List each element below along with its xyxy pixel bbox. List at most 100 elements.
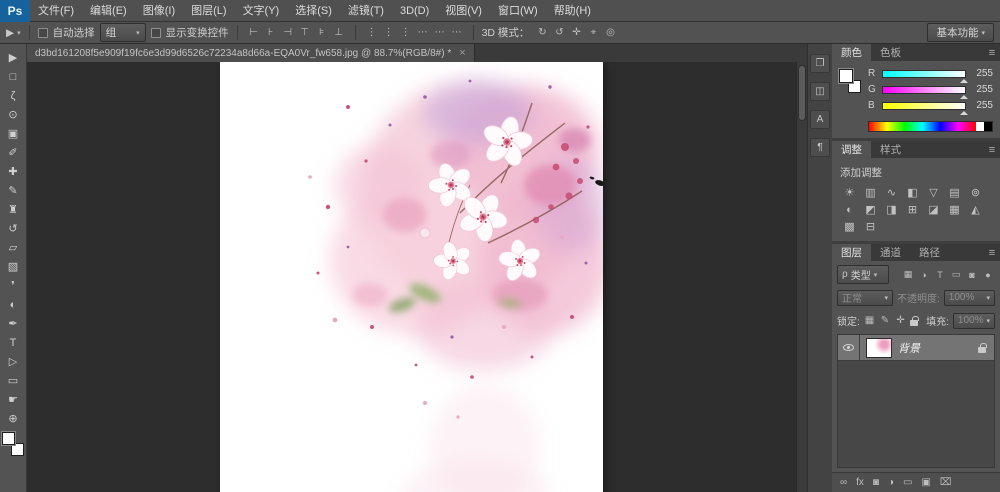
hue-saturation-icon[interactable]: ▤ (944, 184, 965, 201)
clone-stamp-tool[interactable]: ♜ (2, 200, 25, 219)
link-layers-icon[interactable]: ∞ (840, 477, 847, 488)
blue-slider[interactable] (882, 102, 966, 110)
delete-layer-icon[interactable]: ⌧ (940, 477, 952, 488)
foreground-color-swatch[interactable] (2, 432, 15, 445)
align-right-icon[interactable]: ⊣ (280, 25, 296, 41)
panel-menu-icon[interactable]: ≡ (984, 44, 1000, 61)
character-panel-icon[interactable]: A (810, 110, 830, 129)
show-transform-checkbox[interactable] (151, 28, 161, 38)
tab-adjustments[interactable]: 调整 (832, 141, 871, 158)
layer-name[interactable]: 背景 (898, 340, 978, 356)
fill-select[interactable]: 100% ▾ (953, 313, 995, 329)
channel-mixer-icon[interactable]: ◨ (881, 201, 902, 218)
zoom-tool[interactable]: ⊕ (2, 409, 25, 428)
tab-layers[interactable]: 图层 (832, 244, 871, 261)
black-white-ramp[interactable] (976, 122, 992, 131)
menu-file[interactable]: 文件(F) (30, 0, 82, 22)
quick-selection-tool[interactable]: ⊙ (2, 105, 25, 124)
layer-style-fx-icon[interactable]: fx (856, 477, 864, 488)
lock-pixels-icon[interactable]: ✎ (879, 313, 890, 329)
red-value[interactable]: 255 (971, 68, 993, 79)
add-mask-icon[interactable]: ◙ (873, 477, 879, 488)
distribute-right-icon[interactable]: ⋯ (449, 25, 465, 41)
color-lookup-icon[interactable]: ⊞ (902, 201, 923, 218)
green-slider[interactable] (882, 86, 966, 94)
menu-edit[interactable]: 编辑(E) (82, 0, 135, 22)
distribute-vcenter-icon[interactable]: ⋮ (381, 25, 397, 41)
eraser-tool[interactable]: ▱ (2, 238, 25, 257)
menu-filter[interactable]: 滤镜(T) (340, 0, 392, 22)
lock-position-icon[interactable]: ✛ (895, 313, 906, 329)
threshold-icon[interactable]: ◭ (965, 201, 986, 218)
selective-color-icon[interactable]: ⊟ (860, 218, 881, 235)
lasso-tool[interactable]: ζ (2, 86, 25, 105)
distribute-top-icon[interactable]: ⋮ (364, 25, 380, 41)
3d-scale-icon[interactable]: ◎ (602, 25, 618, 41)
filter-adjustment-icon[interactable]: ◑ (917, 268, 931, 282)
current-tool-icon[interactable]: ▶ ▾ (6, 27, 21, 39)
filter-pixel-icon[interactable]: ▦ (901, 268, 915, 282)
lock-transparency-icon[interactable]: ▦ (864, 313, 875, 329)
align-hcenter-icon[interactable]: ⊦ (263, 25, 279, 41)
black-white-icon[interactable]: ◐ (839, 201, 860, 218)
filter-type-icon[interactable]: T (933, 268, 947, 282)
layer-thumbnail[interactable] (866, 338, 892, 358)
auto-select-checkbox[interactable] (38, 28, 48, 38)
tab-swatches[interactable]: 色板 (871, 44, 910, 61)
paragraph-panel-icon[interactable]: ¶ (810, 138, 830, 157)
blend-mode-select[interactable]: 正常 ▾ (837, 290, 893, 306)
photo-filter-icon[interactable]: ◩ (860, 201, 881, 218)
vibrance-icon[interactable]: ▽ (923, 184, 944, 201)
document-canvas[interactable] (220, 62, 603, 492)
panel-menu-icon[interactable]: ≡ (984, 141, 1000, 158)
lock-all-icon[interactable] (910, 320, 918, 326)
color-balance-icon[interactable]: ⊚ (965, 184, 986, 201)
distribute-left-icon[interactable]: ⋯ (415, 25, 431, 41)
layer-filter-type-select[interactable]: ρ 类型 ▾ (837, 265, 889, 284)
panel-menu-icon[interactable]: ≡ (984, 244, 1000, 261)
menu-help[interactable]: 帮助(H) (546, 0, 599, 22)
menu-layer[interactable]: 图层(L) (183, 0, 234, 22)
3d-pan-icon[interactable]: ✛ (568, 25, 584, 41)
menu-3d[interactable]: 3D(D) (392, 0, 437, 22)
exposure-icon[interactable]: ◧ (902, 184, 923, 201)
menu-window[interactable]: 窗口(W) (490, 0, 546, 22)
menu-select[interactable]: 选择(S) (287, 0, 340, 22)
close-icon[interactable]: × (459, 47, 465, 59)
blue-value[interactable]: 255 (971, 100, 993, 111)
document-tab[interactable]: d3bd161208f5e909f19fc6e3d99d6526c72234a8… (27, 44, 475, 62)
tab-styles[interactable]: 样式 (871, 141, 910, 158)
new-layer-icon[interactable]: ▣ (921, 477, 930, 488)
gradient-map-icon[interactable]: ▩ (839, 218, 860, 235)
type-tool[interactable]: T (2, 333, 25, 352)
move-tool[interactable]: ▶ (2, 48, 25, 67)
path-selection-tool[interactable]: ▷ (2, 352, 25, 371)
align-vcenter-icon[interactable]: ⊧ (314, 25, 330, 41)
curves-icon[interactable]: ∿ (881, 184, 902, 201)
posterize-icon[interactable]: ▦ (944, 201, 965, 218)
crop-tool[interactable]: ▣ (2, 124, 25, 143)
gradient-tool[interactable]: ▧ (2, 257, 25, 276)
invert-icon[interactable]: ◪ (923, 201, 944, 218)
tab-paths[interactable]: 路径 (910, 244, 949, 261)
green-value[interactable]: 255 (971, 84, 993, 95)
marquee-tool[interactable]: □ (2, 67, 25, 86)
align-left-icon[interactable]: ⊢ (246, 25, 262, 41)
filter-smart-object-icon[interactable]: ◙ (965, 268, 979, 282)
menu-view[interactable]: 视图(V) (437, 0, 490, 22)
distribute-bottom-icon[interactable]: ⋮ (398, 25, 414, 41)
levels-icon[interactable]: ▥ (860, 184, 881, 201)
brightness-contrast-icon[interactable]: ☀ (839, 184, 860, 201)
eyedropper-tool[interactable]: ✐ (2, 143, 25, 162)
healing-brush-tool[interactable]: ✚ (2, 162, 25, 181)
3d-roll-icon[interactable]: ↺ (551, 25, 567, 41)
menu-image[interactable]: 图像(I) (135, 0, 183, 22)
filter-shape-icon[interactable]: ▭ (949, 268, 963, 282)
tab-channels[interactable]: 通道 (871, 244, 910, 261)
history-panel-icon[interactable]: ❐ (810, 54, 830, 73)
opacity-select[interactable]: 100% ▾ (944, 290, 995, 306)
layer-row-background[interactable]: 背景 (838, 335, 994, 361)
3d-rotate-icon[interactable]: ↻ (534, 25, 550, 41)
blur-tool[interactable]: ❜ (2, 276, 25, 295)
new-adjustment-layer-icon[interactable]: ◑ (888, 477, 894, 488)
